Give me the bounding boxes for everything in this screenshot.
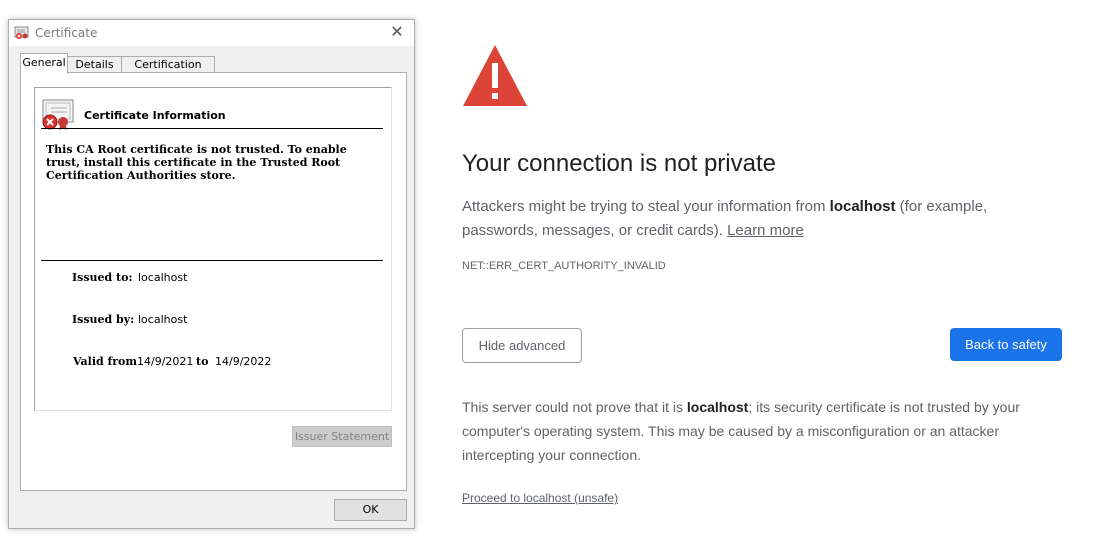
divider [41,260,383,261]
proceed-unsafe-link[interactable]: Proceed to localhost (unsafe) [462,491,618,505]
error-code: NET::ERR_CERT_AUTHORITY_INVALID [462,260,666,272]
explain-text: This server could not prove that it is [462,399,687,415]
explain-host: localhost [686,399,749,415]
advanced-details-paragraph: This server could not prove that it is l… [462,395,1072,467]
general-tab-panel: Certificate Information This CA Root cer… [20,72,407,491]
certificate-info-box: Certificate Information This CA Root cer… [34,87,392,411]
untrusted-certificate-icon [42,99,74,130]
hide-advanced-button[interactable]: Hide advanced [462,328,582,363]
valid-to-value: 14/9/2022 [215,355,272,368]
intro-text: Attackers might be trying to steal your … [462,198,830,215]
tab-general[interactable]: General [20,53,68,74]
issued-to-label: Issued to: [72,271,133,284]
valid-from-value: 14/9/2021 [137,355,194,368]
valid-to-label: to [196,355,209,368]
valid-from-label: Valid from [73,355,138,368]
page-title: Your connection is not private [462,150,776,177]
intro-paragraph: Attackers might be trying to steal your … [462,195,1062,243]
trust-message: This CA Root certificate is not trusted.… [46,143,347,182]
ok-button[interactable]: OK [334,499,407,521]
close-icon: ✕ [390,24,404,41]
issued-by-label: Issued by: [72,313,135,326]
dialog-title: Certificate [35,26,98,40]
learn-more-link[interactable]: Learn more [727,222,804,239]
certificate-icon [14,26,29,39]
issuer-statement-button[interactable]: Issuer Statement [292,426,392,447]
info-title: Certificate Information [84,109,226,122]
close-button[interactable]: ✕ [380,20,414,46]
dialog-titlebar[interactable]: Certificate ✕ [9,20,414,46]
divider [41,128,383,129]
issued-by-value: localhost [138,313,188,326]
warning-triangle-icon [463,45,527,106]
certificate-dialog: Certificate ✕ General Details Certificat… [8,19,415,529]
back-to-safety-button[interactable]: Back to safety [950,328,1062,361]
intro-host: localhost [829,198,896,215]
issued-to-value: localhost [138,271,188,284]
